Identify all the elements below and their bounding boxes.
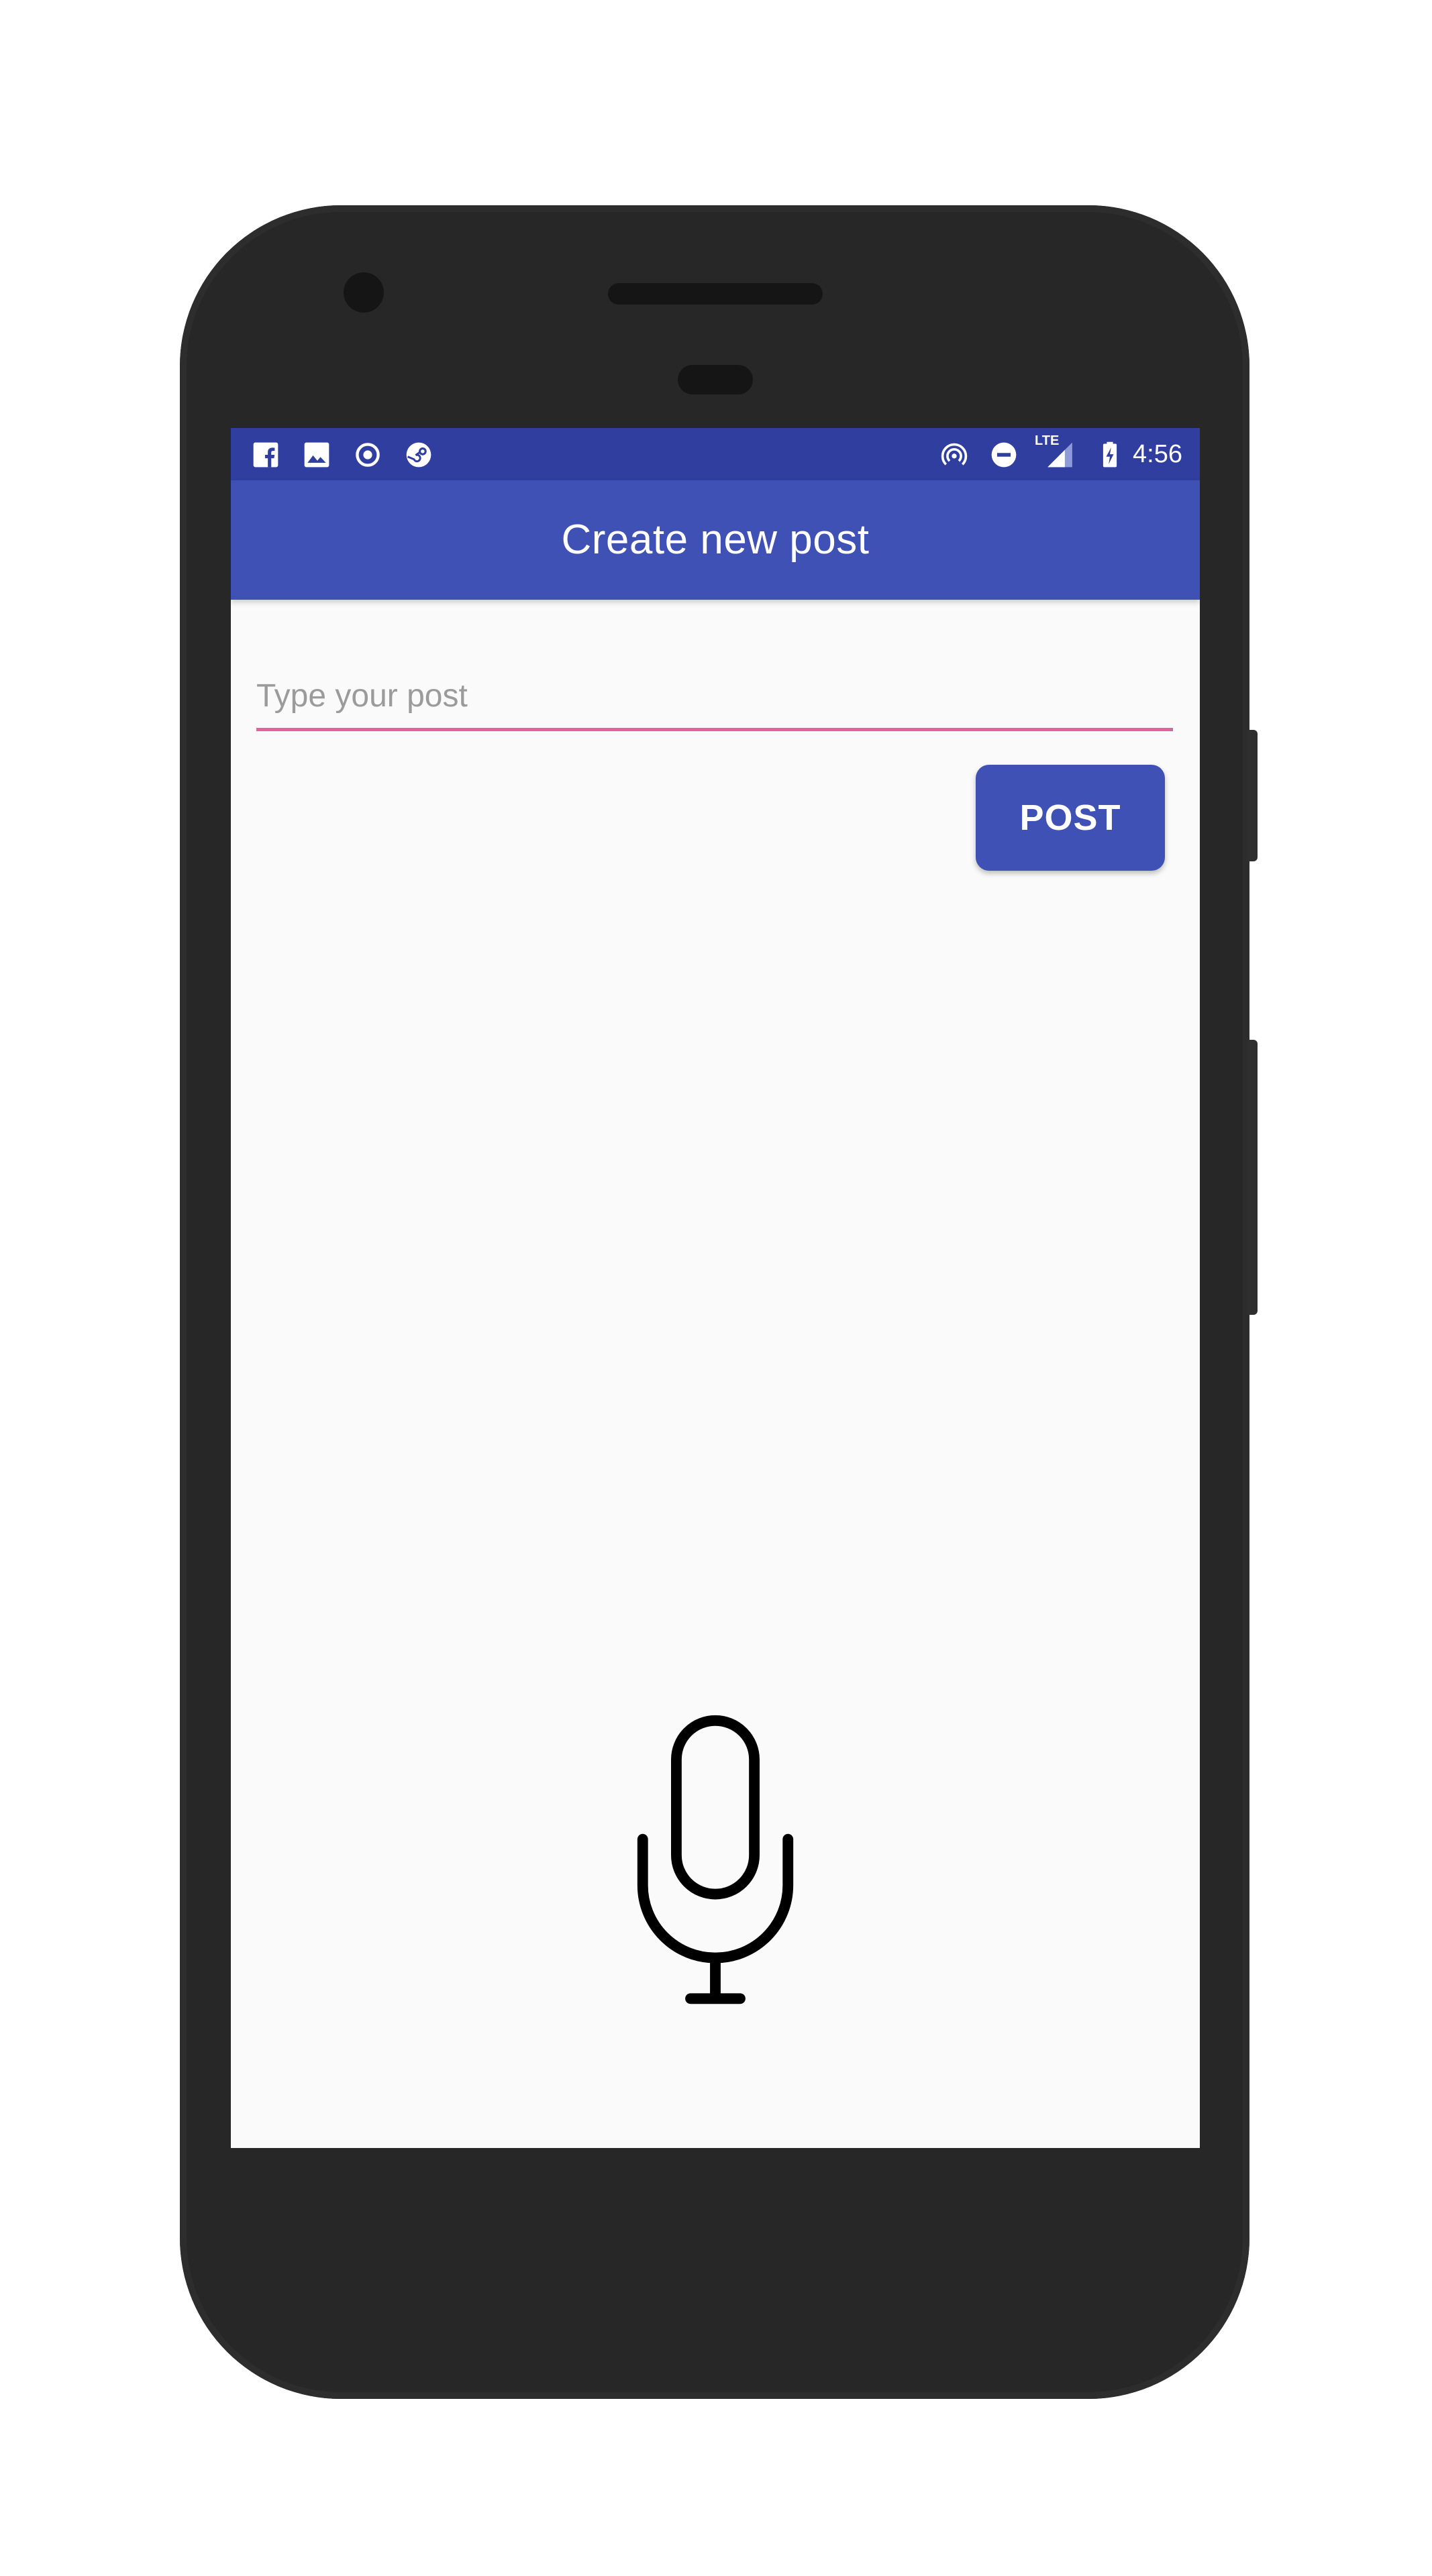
status-time: 4:56 bbox=[1133, 440, 1182, 468]
front-camera bbox=[344, 272, 384, 313]
image-icon bbox=[304, 442, 329, 468]
page-title: Create new post bbox=[561, 517, 870, 563]
screen: LTE 4:56 Create new post POST bbox=[231, 428, 1200, 2148]
do-not-disturb-icon bbox=[991, 442, 1017, 468]
post-button[interactable]: POST bbox=[976, 765, 1165, 871]
microphone-icon[interactable] bbox=[627, 1715, 804, 2010]
status-bar: LTE 4:56 bbox=[231, 428, 1200, 480]
record-icon bbox=[356, 443, 380, 467]
network-type-label: LTE bbox=[1035, 433, 1060, 448]
volume-button bbox=[1248, 1040, 1258, 1315]
battery-charging-icon bbox=[1103, 441, 1117, 468]
proximity-sensor bbox=[678, 365, 753, 394]
power-button bbox=[1248, 730, 1258, 861]
app-bar: Create new post bbox=[231, 480, 1200, 600]
earpiece-speaker bbox=[608, 283, 823, 305]
hotspot-icon bbox=[941, 443, 968, 466]
steam-icon bbox=[406, 442, 431, 468]
facebook-icon bbox=[253, 442, 278, 468]
post-text-input[interactable] bbox=[256, 664, 1173, 731]
